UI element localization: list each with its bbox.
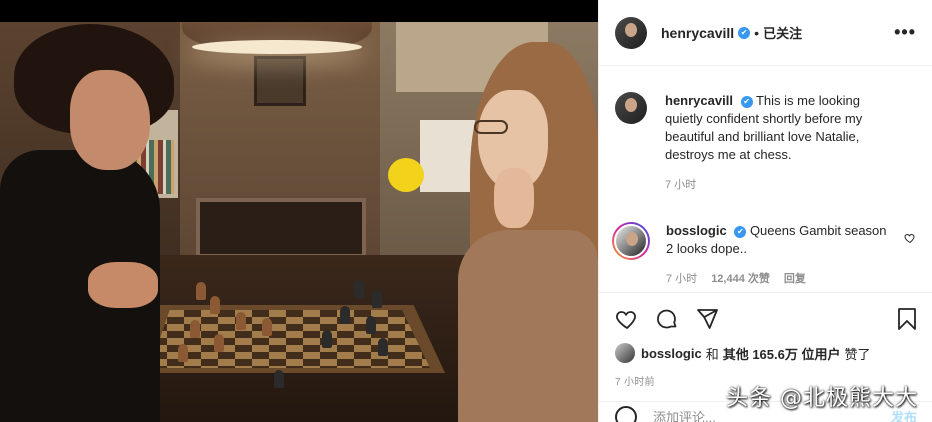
caption-avatar[interactable] [615, 92, 647, 124]
likes-others[interactable]: 其他 165.6万 位用户 [723, 344, 841, 363]
photo-chess-piece [196, 282, 206, 300]
photo-lamp-glow [192, 40, 362, 54]
liker-username[interactable]: bosslogic [641, 346, 702, 361]
caption: henrycavill ✔ This is me looking quietly… [615, 66, 916, 194]
comment-time[interactable]: 7 小时 [666, 270, 697, 288]
commenter-avatar[interactable] [614, 224, 648, 258]
photo-toy-duck [388, 158, 424, 192]
likes-suffix: 赞了 [844, 346, 871, 362]
photo-chess-piece [274, 370, 284, 388]
photo-wall-frame [254, 56, 306, 106]
liker-avatar[interactable] [615, 343, 635, 363]
comments-section: henrycavill ✔ This is me looking quietly… [599, 66, 932, 292]
author-username[interactable]: henrycavill [661, 25, 734, 41]
share-icon[interactable] [695, 307, 719, 331]
post-header: henrycavill ✔ • 已关注 ••• [599, 0, 932, 66]
photo-chess-piece [340, 306, 350, 324]
verified-icon: ✔ [738, 26, 751, 39]
photo-chess-piece [378, 338, 388, 356]
photo-chess-piece [214, 334, 224, 352]
caption-username[interactable]: henrycavill [665, 93, 733, 108]
likes-and: 和 [705, 346, 719, 362]
post-side-panel: henrycavill ✔ • 已关注 ••• henrycavill ✔ Th… [598, 0, 932, 422]
likes-summary: bosslogic 和 其他 165.6万 位用户 赞了 [615, 343, 917, 363]
photo-chess-piece [372, 290, 382, 308]
verified-icon: ✔ [740, 95, 753, 108]
caption-time[interactable]: 7 小时 [665, 176, 696, 194]
add-comment-input[interactable]: 添加评论... [653, 407, 716, 422]
photo-chess-piece [236, 312, 246, 330]
photo-chess-piece [178, 344, 188, 362]
verified-icon: ✔ [734, 225, 747, 238]
photo-chess-piece [262, 318, 272, 336]
photo-chess-piece [354, 280, 364, 298]
comment-item: bosslogic ✔ Queens Gambit season 2 looks… [612, 194, 916, 288]
photo-chess-piece [190, 320, 200, 338]
header-separator: • [754, 24, 760, 41]
reply-button[interactable]: 回复 [784, 270, 806, 288]
commenter-story-ring[interactable] [612, 222, 650, 260]
photo-woman-hand [494, 168, 534, 228]
photo-chess-piece [210, 296, 220, 314]
comment-heart-icon[interactable] [904, 232, 916, 244]
photo-cabinet [196, 198, 366, 258]
comment-likes[interactable]: 12,444 次赞 [711, 270, 770, 288]
author-avatar[interactable] [615, 16, 647, 49]
heart-icon[interactable] [615, 307, 639, 331]
emoji-icon[interactable] [615, 405, 637, 422]
photo-chessboard [150, 310, 430, 368]
post-photo[interactable] [0, 0, 598, 422]
caption-text-block: henrycavill ✔ This is me looking quietly… [665, 92, 887, 164]
photo-man-face [70, 70, 150, 170]
bookmark-icon[interactable] [895, 307, 919, 331]
comment-icon[interactable] [655, 307, 679, 331]
comment-text-block: bosslogic ✔ Queens Gambit season 2 looks… [666, 222, 888, 258]
watermark: 头条 @北极熊大大 [726, 386, 918, 411]
photo-chess-piece [366, 316, 376, 334]
action-icons [615, 305, 917, 333]
photo-woman-body [458, 230, 598, 422]
comment-username[interactable]: bosslogic [666, 223, 727, 238]
following-button[interactable]: 已关注 [763, 23, 802, 42]
more-options-icon[interactable]: ••• [894, 22, 916, 43]
photo-man-hand [88, 262, 158, 308]
photo-glasses [474, 120, 508, 134]
photo-chess-piece [322, 330, 332, 348]
